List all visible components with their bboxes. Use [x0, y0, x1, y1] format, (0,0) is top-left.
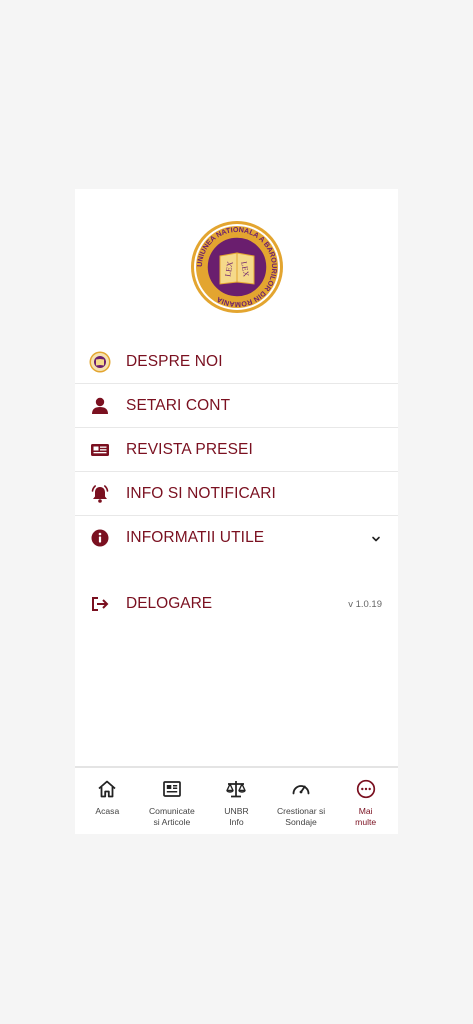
menu-item-label: INFORMATII UTILE	[126, 528, 265, 546]
tab-comunicate[interactable]: Comunicate si Articole	[140, 768, 205, 834]
menu-item-label: INFO SI NOTIFICARI	[126, 484, 276, 502]
menu-item-setari-cont[interactable]: SETARI CONT	[75, 384, 398, 428]
tab-acasa[interactable]: Acasa	[75, 768, 140, 834]
more-icon	[355, 778, 377, 800]
tab-label: Crestionar si Sondaje	[276, 806, 326, 827]
logout-icon	[89, 593, 111, 615]
menu-item-info-notificari[interactable]: INFO SI NOTIFICARI	[75, 472, 398, 516]
drawer-menu: DESPRE NOI SETARI CONT REVISTA PRESEI IN…	[75, 340, 398, 559]
menu-item-label: SETARI CONT	[126, 396, 231, 414]
newspaper-icon	[89, 439, 111, 461]
home-icon	[96, 778, 118, 800]
drawer-card: UNIUNEA NATIONALA A BAROURILOR DIN ROMAN…	[75, 189, 398, 834]
menu-item-label: DESPRE NOI	[126, 352, 223, 370]
logout-label: DELOGARE	[126, 595, 213, 612]
chevron-down-icon[interactable]	[370, 532, 382, 544]
menu-item-despre-noi[interactable]: DESPRE NOI	[75, 340, 398, 384]
scales-icon	[225, 778, 247, 800]
news-icon	[161, 778, 183, 800]
menu-item-label: REVISTA PRESEI	[126, 440, 253, 458]
unbr-logo: UNIUNEA NATIONALA A BAROURILOR DIN ROMAN…	[190, 220, 284, 314]
user-icon	[89, 395, 111, 417]
tab-mai-multe[interactable]: Mai multe	[333, 768, 398, 834]
tab-unbr-info[interactable]: UNBR Info	[204, 768, 269, 834]
unbr-logo-icon	[89, 351, 111, 373]
gauge-icon	[290, 778, 312, 800]
tab-label: Comunicate si Articole	[148, 806, 195, 827]
tab-label: Acasa	[95, 806, 120, 816]
tab-label: UNBR Info	[224, 806, 249, 827]
menu-item-revista-presei[interactable]: REVISTA PRESEI	[75, 428, 398, 472]
logout-button[interactable]: DELOGARE v 1.0.19	[75, 589, 398, 619]
menu-item-informatii-utile[interactable]: INFORMATII UTILE	[75, 516, 398, 559]
tab-label: Mai multe	[355, 806, 377, 827]
info-circle-icon	[89, 527, 111, 549]
tab-chestionar[interactable]: Crestionar si Sondaje	[269, 768, 334, 834]
bottom-tab-bar: Acasa Comunicate si Articole UNBR Info C…	[75, 766, 398, 834]
bell-alarm-icon	[89, 483, 111, 505]
app-version: v 1.0.19	[348, 598, 382, 610]
